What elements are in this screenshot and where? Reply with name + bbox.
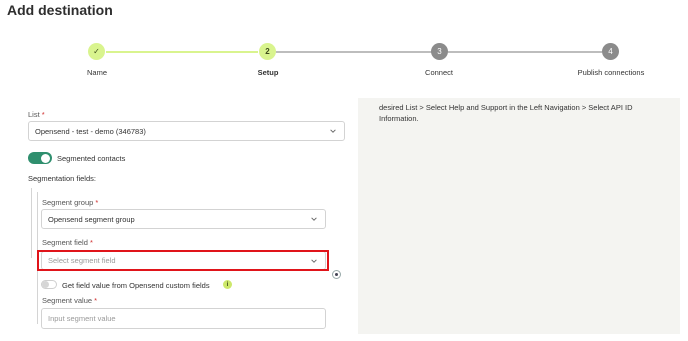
list-label: List * xyxy=(28,110,45,119)
step-4-circle[interactable]: 4 xyxy=(602,43,619,60)
segment-field-highlight xyxy=(37,250,329,271)
chevron-down-icon xyxy=(330,129,336,133)
step-2-label: Setup xyxy=(257,68,279,77)
page-title: Add destination xyxy=(7,2,113,18)
segment-group-label: Segment group * xyxy=(42,198,99,207)
segmented-contacts-toggle[interactable] xyxy=(28,152,52,164)
step-2-circle[interactable]: 2 xyxy=(259,43,276,60)
segment-group-value: Opensend segment group xyxy=(48,214,135,224)
help-panel-text: desired List > Select Help and Support i… xyxy=(379,103,633,123)
segmented-contacts-label: Segmented contacts xyxy=(57,154,126,163)
segment-value-input[interactable]: Input segment value xyxy=(41,308,326,329)
segment-group-select[interactable]: Opensend segment group xyxy=(41,209,326,229)
step-connector-1 xyxy=(106,51,258,53)
step-connector-3 xyxy=(448,51,602,53)
cursor-indicator xyxy=(332,270,341,279)
custom-fields-label: Get field value from Opensend custom fie… xyxy=(62,281,210,290)
step-3-circle[interactable]: 3 xyxy=(431,43,448,60)
step-1-check-icon[interactable]: ✓ xyxy=(88,43,105,60)
info-icon[interactable]: i xyxy=(223,280,232,289)
segment-field-label: Segment field * xyxy=(42,238,93,247)
list-select[interactable]: Opensend - test - demo (346783) xyxy=(28,121,345,141)
segment-value-placeholder: Input segment value xyxy=(48,314,116,323)
step-3-label: Connect xyxy=(425,68,453,77)
step-connector-2 xyxy=(276,51,432,53)
step-4-label: Publish connections xyxy=(577,68,645,77)
nest-line-outer xyxy=(31,188,32,258)
custom-fields-toggle[interactable] xyxy=(41,280,57,289)
toggle-knob xyxy=(41,153,50,163)
chevron-down-icon xyxy=(311,217,317,221)
segmentation-fields-label: Segmentation fields: xyxy=(28,174,96,183)
step-1-label: Name xyxy=(86,68,108,77)
toggle-knob xyxy=(42,281,49,288)
list-select-value: Opensend - test - demo (346783) xyxy=(35,126,146,136)
help-panel: desired List > Select Help and Support i… xyxy=(358,98,680,334)
segment-value-label: Segment value * xyxy=(42,296,98,305)
